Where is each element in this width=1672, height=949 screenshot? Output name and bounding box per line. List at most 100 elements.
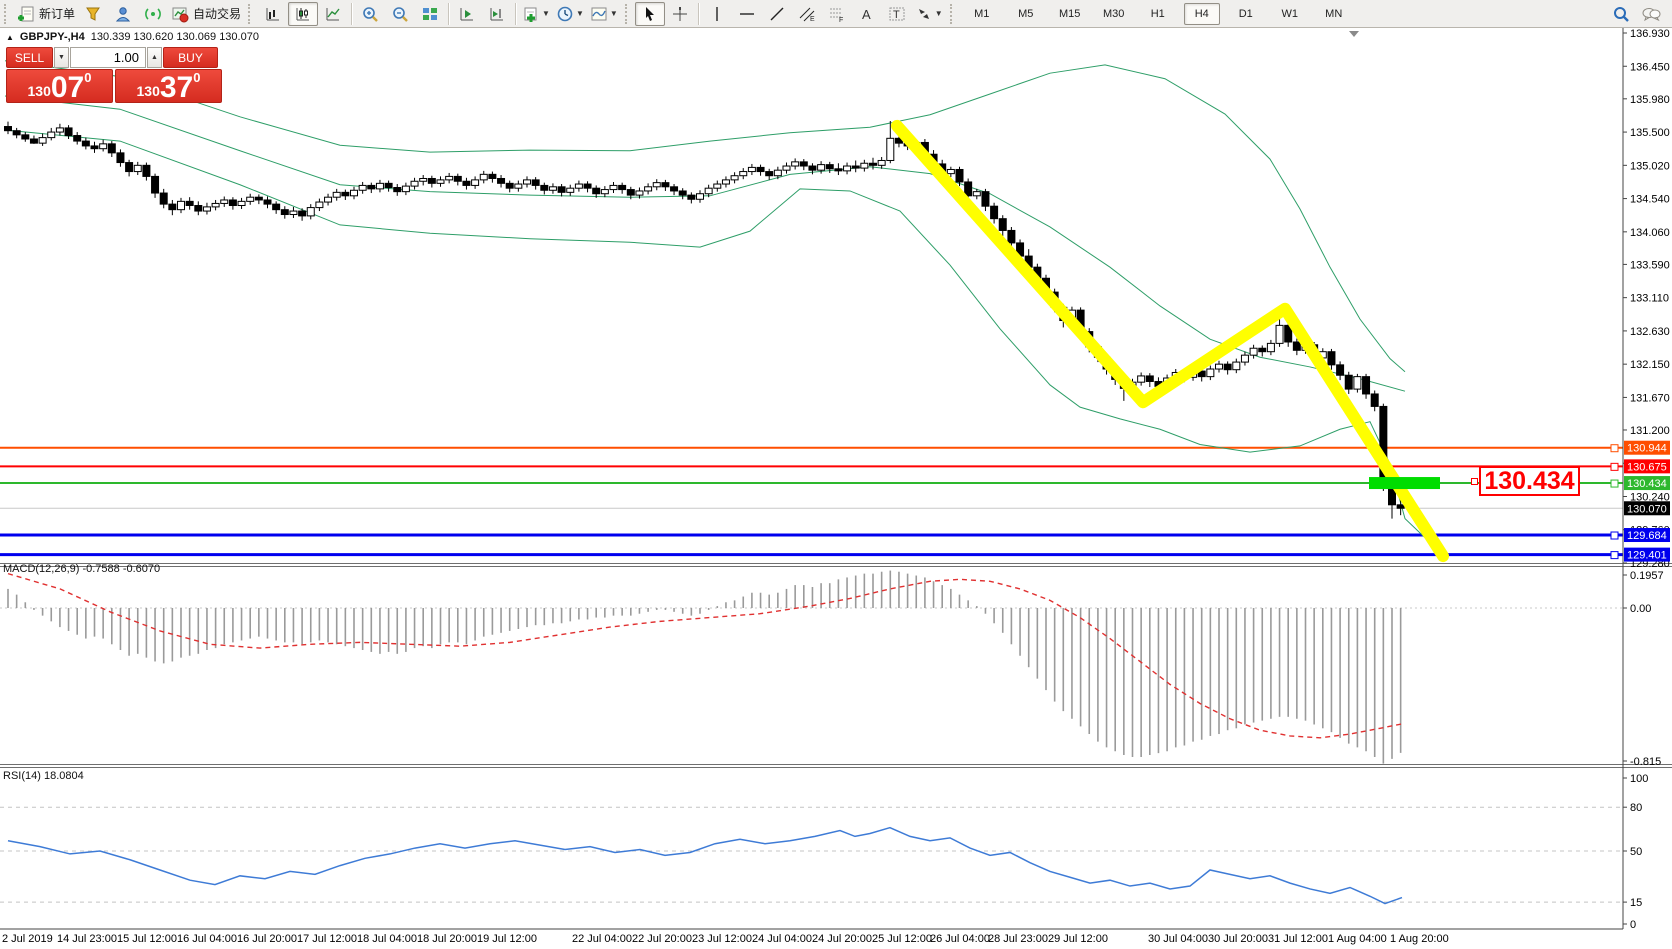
new-order-icon xyxy=(17,5,35,23)
line-chart-mode-button[interactable] xyxy=(318,2,348,26)
callout-anchor-handle[interactable] xyxy=(1471,478,1478,485)
new-chart-button[interactable]: ▼ xyxy=(519,2,553,26)
zoom-in-icon xyxy=(361,5,379,23)
search-button[interactable] xyxy=(1606,2,1636,26)
volume-increase-button[interactable]: ▲ xyxy=(147,47,162,68)
shapes-tool-button[interactable]: ▼ xyxy=(912,2,946,26)
zoom-out-button[interactable] xyxy=(385,2,415,26)
price-callout-box[interactable]: 130.434 xyxy=(1479,466,1580,496)
volume-decrease-button[interactable]: ▼ xyxy=(54,47,69,68)
time-axis[interactable]: 2 Jul 201914 Jul 23:0015 Jul 12:0016 Jul… xyxy=(2,933,1449,945)
svg-text:136.930: 136.930 xyxy=(1630,28,1670,40)
toolbar-grip[interactable] xyxy=(950,4,957,24)
horizontal-line-icon xyxy=(738,5,756,23)
candle-chart-mode-button[interactable] xyxy=(288,2,318,26)
bar-chart-mode-button[interactable] xyxy=(258,2,288,26)
trendline-tool-button[interactable] xyxy=(762,2,792,26)
svg-text:16 Jul 20:00: 16 Jul 20:00 xyxy=(237,933,297,945)
line-handle[interactable] xyxy=(1611,445,1618,452)
macd-indicator-label: MACD(12,26,9) -0.7588 -0.6070 xyxy=(3,563,160,575)
volume-input[interactable] xyxy=(70,47,146,68)
svg-text:131.200: 131.200 xyxy=(1630,425,1670,437)
horizontal-line-tool-button[interactable] xyxy=(732,2,762,26)
svg-text:134.540: 134.540 xyxy=(1630,194,1670,206)
line-handle[interactable] xyxy=(1611,463,1618,470)
vertical-line-tool-button[interactable] xyxy=(702,2,732,26)
toolbar-separator xyxy=(351,3,352,25)
market-watch-button[interactable] xyxy=(78,2,108,26)
toolbar-grip[interactable] xyxy=(4,4,11,24)
line-handle[interactable] xyxy=(1611,552,1618,559)
svg-text:16 Jul 04:00: 16 Jul 04:00 xyxy=(177,933,237,945)
svg-text:F: F xyxy=(839,17,843,23)
autotrading-button[interactable]: 自动交易 xyxy=(168,2,244,26)
svg-text:A: A xyxy=(862,7,871,22)
toolbar-separator xyxy=(448,3,449,25)
crosshair-tool-button[interactable] xyxy=(665,2,695,26)
community-icon xyxy=(114,5,132,23)
templates-button[interactable]: ▼ xyxy=(587,2,621,26)
signals-button[interactable] xyxy=(138,2,168,26)
dropdown-caret-icon: ▼ xyxy=(542,9,550,18)
svg-text:50: 50 xyxy=(1630,846,1642,858)
level-highlight-rect[interactable] xyxy=(1369,477,1440,489)
svg-text:135.020: 135.020 xyxy=(1630,160,1670,172)
svg-text:130.675: 130.675 xyxy=(1627,461,1667,473)
timeframe-m1-button[interactable]: M1 xyxy=(964,3,1000,25)
zoom-in-button[interactable] xyxy=(355,2,385,26)
trading-terminal-window: 新订单 自动交易 xyxy=(0,0,1672,949)
timeframe-mn-button[interactable]: MN xyxy=(1316,3,1352,25)
svg-text:26 Jul 04:00: 26 Jul 04:00 xyxy=(930,933,990,945)
svg-text:T: T xyxy=(893,9,900,21)
dropdown-caret-icon: ▼ xyxy=(576,9,584,18)
dropdown-caret-icon: ▼ xyxy=(610,9,618,18)
buy-price-prefix: 130 xyxy=(137,84,160,98)
chat-button[interactable] xyxy=(1636,2,1666,26)
svg-text:133.590: 133.590 xyxy=(1630,259,1670,271)
toolbar-grip[interactable] xyxy=(625,4,632,24)
line-handle[interactable] xyxy=(1611,532,1618,539)
collapse-triangle-icon[interactable]: ▲ xyxy=(6,33,14,42)
candlestick-chart-icon xyxy=(294,5,312,23)
svg-text:23 Jul 12:00: 23 Jul 12:00 xyxy=(692,933,752,945)
channel-tool-button[interactable]: E xyxy=(792,2,822,26)
svg-text:134.060: 134.060 xyxy=(1630,227,1670,239)
svg-text:130.434: 130.434 xyxy=(1627,478,1667,490)
timeframe-m30-button[interactable]: M30 xyxy=(1096,3,1132,25)
timeframe-h1-button[interactable]: H1 xyxy=(1140,3,1176,25)
symbol-name: GBPJPY-,H4 xyxy=(20,31,85,43)
crosshair-icon xyxy=(671,5,689,23)
auto-scroll-button[interactable] xyxy=(452,2,482,26)
zoom-out-icon xyxy=(391,5,409,23)
svg-text:130.944: 130.944 xyxy=(1627,443,1667,455)
timeframe-h4-button[interactable]: H4 xyxy=(1184,3,1220,25)
toolbar-separator xyxy=(515,3,516,25)
periods-button[interactable]: ▼ xyxy=(553,2,587,26)
buy-button[interactable]: BUY xyxy=(163,47,218,68)
community-button[interactable] xyxy=(108,2,138,26)
timeframe-m5-button[interactable]: M5 xyxy=(1008,3,1044,25)
sell-button[interactable]: SELL xyxy=(6,47,53,68)
text-tool-button[interactable]: A xyxy=(852,2,882,26)
rsi-indicator-label: RSI(14) 18.0804 xyxy=(3,770,84,782)
timeframe-w1-button[interactable]: W1 xyxy=(1272,3,1308,25)
label-tool-button[interactable]: T xyxy=(882,2,912,26)
line-handle[interactable] xyxy=(1611,480,1618,487)
sell-price-display[interactable]: 130 07 0 xyxy=(6,69,113,103)
sell-price-prefix: 130 xyxy=(28,84,51,98)
svg-text:17 Jul 12:00: 17 Jul 12:00 xyxy=(297,933,357,945)
new-order-button[interactable]: 新订单 xyxy=(14,2,78,26)
sell-price-big: 07 xyxy=(51,75,84,101)
timeframe-m15-button[interactable]: M15 xyxy=(1052,3,1088,25)
buy-price-display[interactable]: 130 37 0 xyxy=(115,69,222,103)
chart-canvas[interactable]: 130.720129.760136.930136.450135.980135.5… xyxy=(0,0,1672,949)
cursor-tool-button[interactable] xyxy=(635,2,665,26)
tile-windows-button[interactable] xyxy=(415,2,445,26)
svg-text:22 Jul 04:00: 22 Jul 04:00 xyxy=(572,933,632,945)
svg-text:1 Aug 04:00: 1 Aug 04:00 xyxy=(1328,933,1387,945)
timeframe-d1-button[interactable]: D1 xyxy=(1228,3,1264,25)
chart-shift-button[interactable] xyxy=(482,2,512,26)
toolbar-grip[interactable] xyxy=(248,4,255,24)
fibonacci-tool-button[interactable]: F xyxy=(822,2,852,26)
svg-text:24 Jul 04:00: 24 Jul 04:00 xyxy=(752,933,812,945)
